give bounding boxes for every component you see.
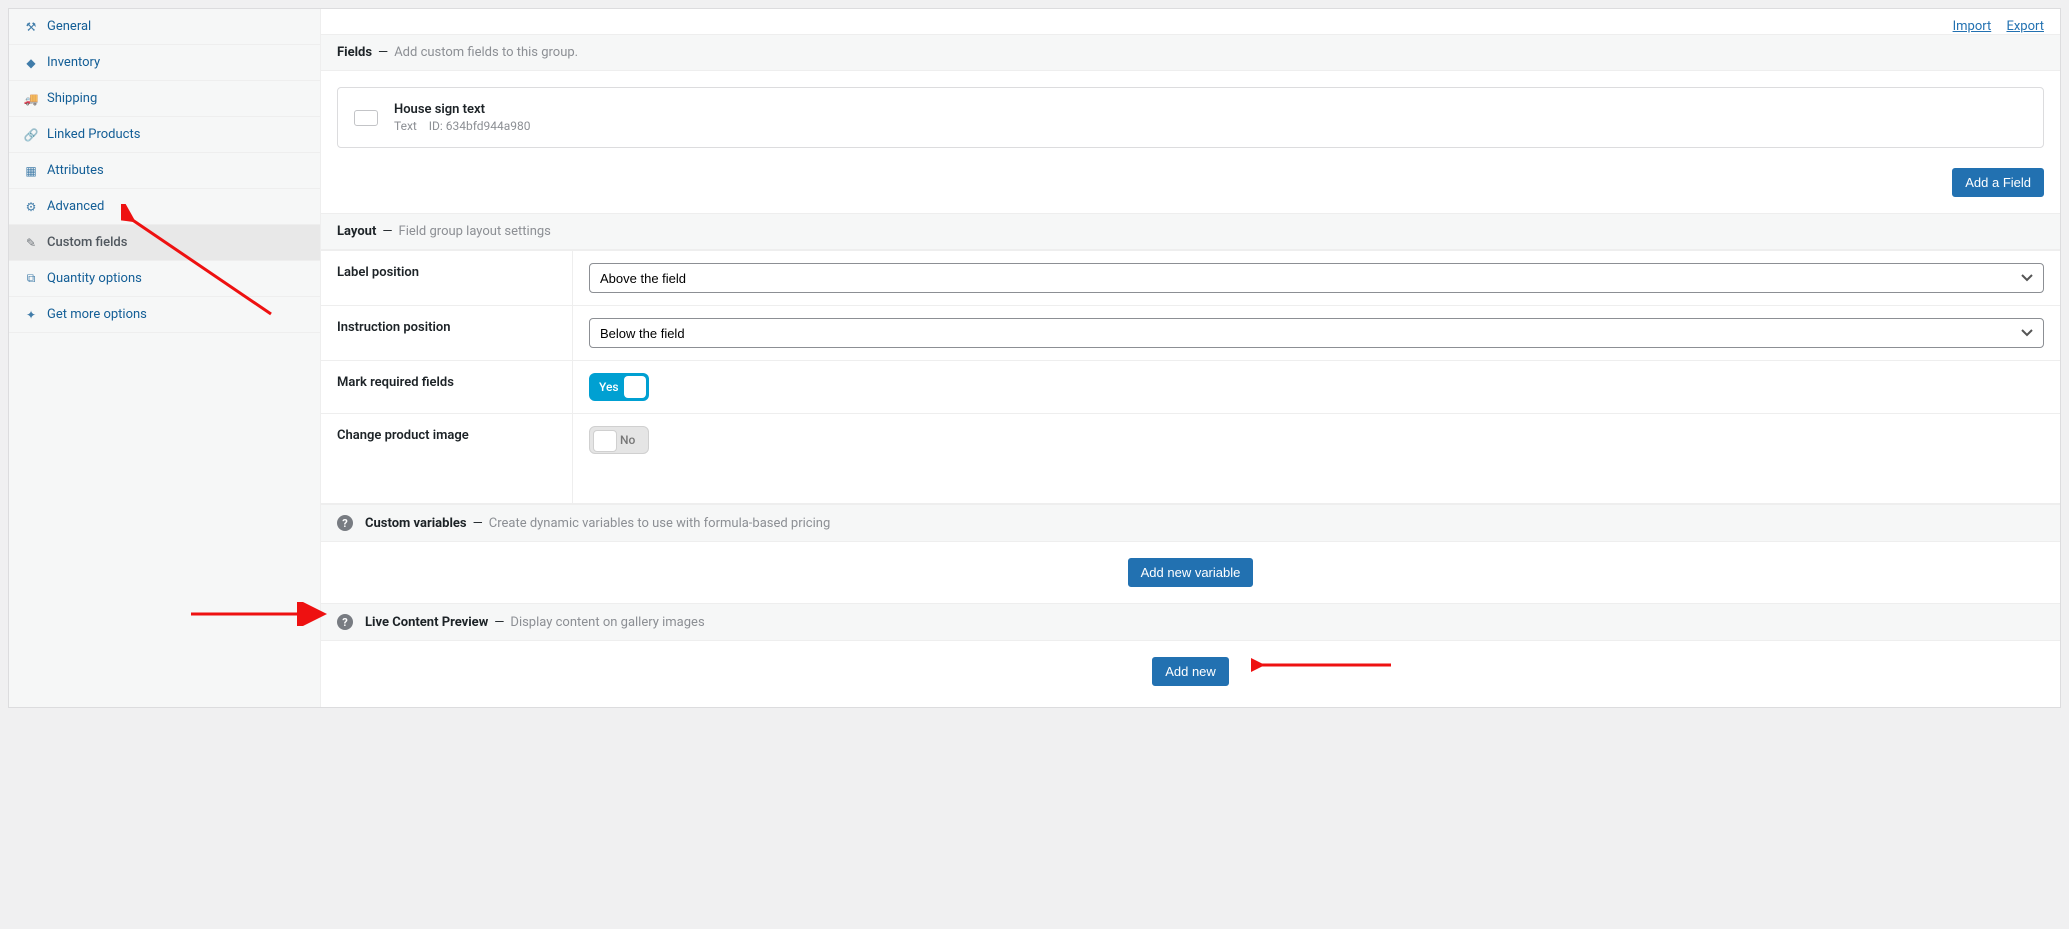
layout-section-title: Layout (337, 224, 376, 239)
layout-section-subtitle: Field group layout settings (399, 224, 551, 239)
sidebar-item-quantity-options[interactable]: ⧉ Quantity options (9, 261, 320, 297)
sidebar-item-label: Advanced (47, 199, 104, 214)
instruction-position-label: Instruction position (321, 306, 573, 360)
custom-variables-subtitle: Create dynamic variables to use with for… (489, 516, 831, 531)
field-card-type: Text (394, 119, 417, 133)
sidebar-item-attributes[interactable]: ▦ Attributes (9, 153, 320, 189)
copy-icon: ⧉ (23, 271, 39, 286)
instruction-position-select[interactable]: Below the field (589, 318, 2044, 348)
add-new-variable-button[interactable]: Add new variable (1128, 558, 1254, 587)
mark-required-toggle[interactable]: Yes (589, 373, 649, 401)
sidebar-item-label: Shipping (47, 91, 97, 106)
truck-icon: 🚚 (23, 92, 39, 106)
sparkle-icon: ✦ (23, 308, 39, 322)
sidebar-item-label: Linked Products (47, 127, 140, 142)
custom-variables-title: Custom variables (365, 516, 467, 531)
sidebar-item-custom-fields[interactable]: ✎ Custom fields (9, 225, 320, 261)
sidebar-item-label: Custom fields (47, 235, 127, 250)
sidebar-item-label: Quantity options (47, 271, 142, 286)
custom-variables-header: ? Custom variables — Create dynamic vari… (321, 504, 2060, 542)
import-link[interactable]: Import (1953, 19, 1992, 34)
field-card-id: 634bfd944a980 (446, 119, 531, 133)
sidebar-item-shipping[interactable]: 🚚 Shipping (9, 81, 320, 117)
field-card-id-label: ID: (429, 119, 443, 133)
help-icon[interactable]: ? (337, 614, 353, 630)
annotation-arrow-add-new (1251, 653, 1401, 677)
grid-icon: ▦ (23, 164, 39, 178)
sidebar-item-inventory[interactable]: ◆ Inventory (9, 45, 320, 81)
add-new-button[interactable]: Add new (1152, 657, 1229, 686)
live-preview-title: Live Content Preview (365, 615, 488, 630)
sidebar-item-advanced[interactable]: ⚙ Advanced (9, 189, 320, 225)
sidebar-item-label: Inventory (47, 55, 100, 70)
sidebar-item-general[interactable]: ⚒ General (9, 9, 320, 45)
change-image-label: Change product image (321, 414, 573, 503)
pencil-icon: ✎ (23, 236, 39, 250)
sidebar-item-label: General (47, 19, 91, 34)
label-position-select[interactable]: Above the field (589, 263, 2044, 293)
mark-required-label: Mark required fields (321, 361, 573, 413)
sidebar-item-label: Attributes (47, 163, 104, 178)
live-preview-header: ? Live Content Preview — Display content… (321, 603, 2060, 641)
layout-section-header: Layout — Field group layout settings (321, 213, 2060, 250)
main-panel: Import Export Fields — Add custom fields… (321, 9, 2060, 707)
export-link[interactable]: Export (2006, 19, 2044, 34)
sidebar-item-linked-products[interactable]: 🔗 Linked Products (9, 117, 320, 153)
add-field-button[interactable]: Add a Field (1952, 168, 2044, 197)
field-card[interactable]: House sign text Text ID: 634bfd944a980 (337, 87, 2044, 148)
sidebar-item-label: Get more options (47, 307, 147, 322)
product-data-sidebar: ⚒ General ◆ Inventory 🚚 Shipping 🔗 Linke… (9, 9, 321, 707)
text-field-type-icon (354, 110, 378, 126)
gear-icon: ⚙ (23, 200, 39, 214)
change-image-toggle[interactable]: No (589, 426, 649, 454)
sidebar-item-get-more-options[interactable]: ✦ Get more options (9, 297, 320, 333)
label-position-label: Label position (321, 251, 573, 305)
help-icon[interactable]: ? (337, 515, 353, 531)
fields-section-header: Fields — Add custom fields to this group… (321, 34, 2060, 71)
inventory-icon: ◆ (23, 56, 39, 70)
fields-section-subtitle: Add custom fields to this group. (394, 45, 578, 60)
link-icon: 🔗 (23, 128, 39, 142)
fields-section-title: Fields (337, 45, 372, 60)
wrench-icon: ⚒ (23, 20, 39, 34)
live-preview-subtitle: Display content on gallery images (510, 615, 704, 630)
top-links: Import Export (321, 9, 2060, 34)
field-card-title: House sign text (394, 102, 531, 117)
